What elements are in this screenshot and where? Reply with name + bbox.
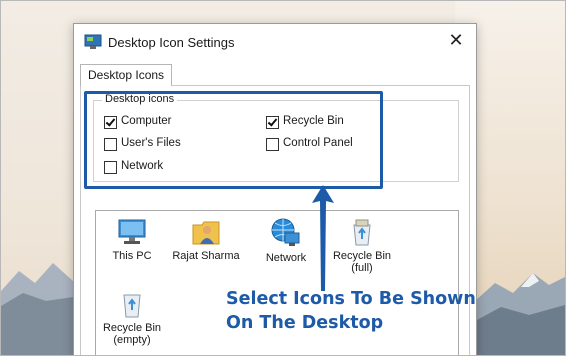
- icon-item-recycle-bin-empty[interactable]: Recycle Bin (empty): [94, 289, 170, 346]
- user-folder-icon: [192, 221, 220, 245]
- annotation-callout: Select Icons To Be Shown On The Desktop: [226, 287, 476, 335]
- icon-label-line1: Recycle Bin: [102, 322, 162, 334]
- icon-label-line2: (empty): [113, 334, 151, 346]
- title-bar[interactable]: Desktop Icon Settings ✕: [74, 24, 476, 60]
- recycle-bin-empty-icon: [123, 294, 141, 318]
- window-title: Desktop Icon Settings: [108, 35, 235, 50]
- close-button[interactable]: ✕: [444, 28, 468, 52]
- up-arrow-annotation: [312, 185, 334, 291]
- icon-label: This PC: [112, 250, 152, 262]
- recycle-bin-full-icon: [353, 219, 371, 246]
- icon-item-this-pc[interactable]: This PC: [94, 217, 170, 262]
- desktop-settings-app-icon: [84, 34, 102, 49]
- network-icon: [271, 218, 300, 246]
- icon-label: Rajat Sharma: [172, 250, 240, 262]
- highlight-box: [84, 91, 383, 189]
- annotation-line1: Select Icons To Be Shown: [226, 289, 476, 309]
- screenshot-frame: Desktop Icon Settings ✕ Desktop Icons De…: [0, 0, 566, 356]
- annotation-line2: On The Desktop: [226, 313, 384, 333]
- icon-item-user-files[interactable]: Rajat Sharma: [168, 217, 244, 262]
- tab-desktop-icons[interactable]: Desktop Icons: [80, 64, 173, 86]
- computer-icon: [118, 219, 146, 244]
- tab-strip: Desktop Icons: [80, 64, 470, 86]
